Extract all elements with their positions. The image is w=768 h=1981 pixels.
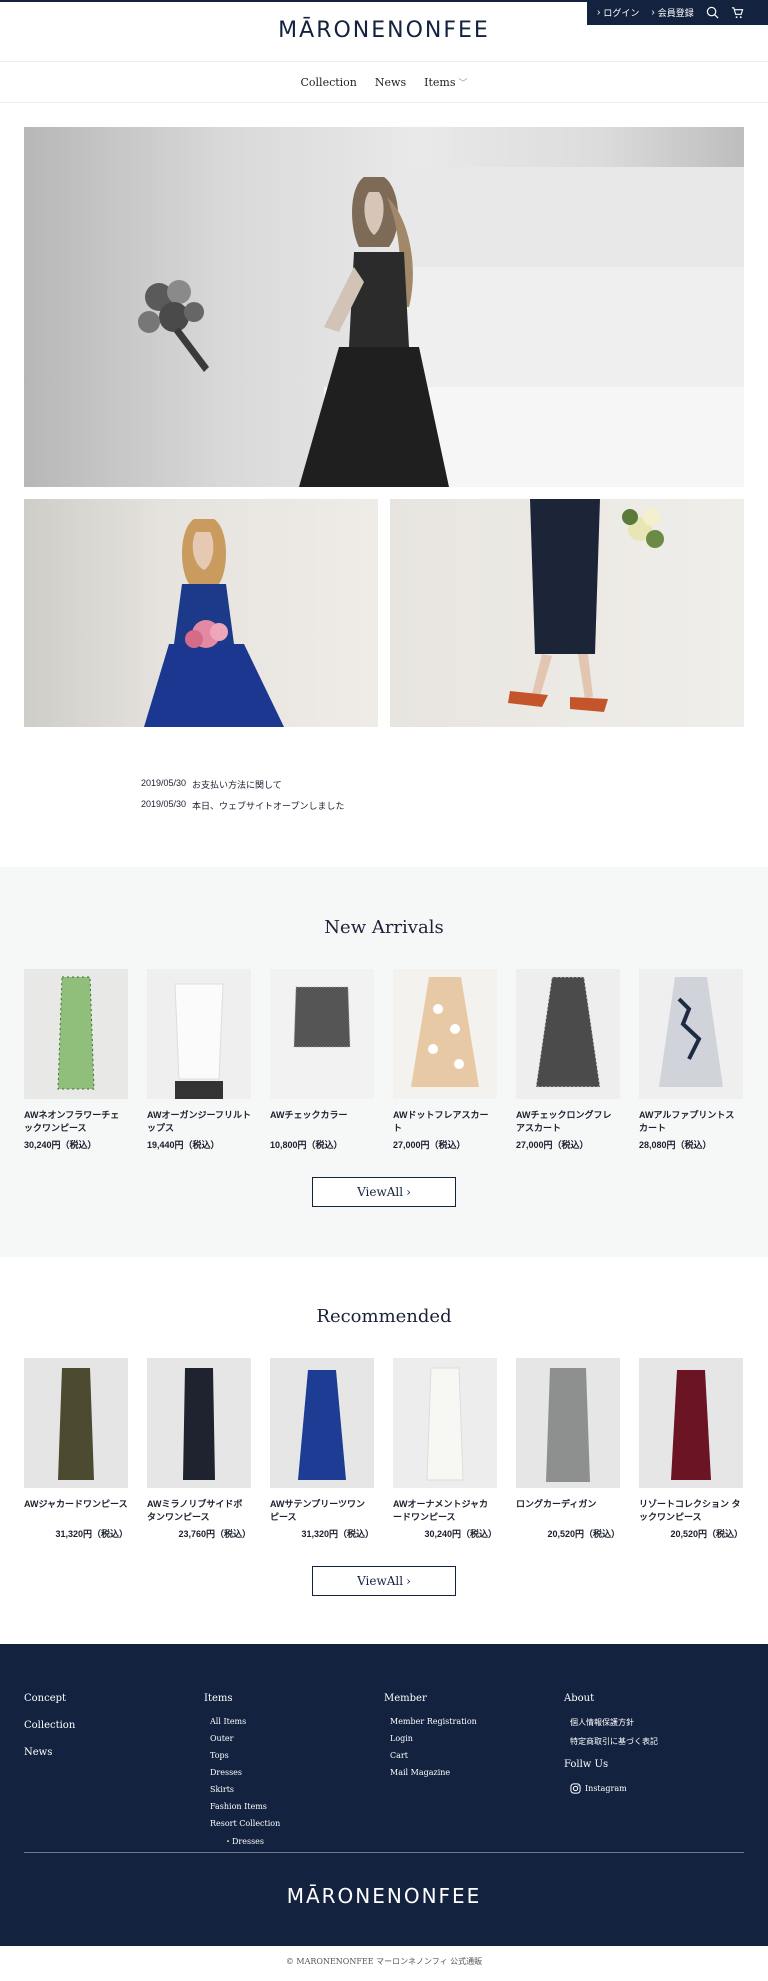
site-footer: Concept Collection News Items All Items … bbox=[0, 1644, 768, 1946]
footer-link-concept[interactable]: Concept bbox=[24, 1693, 75, 1704]
footer-link[interactable]: 特定商取引に基づく表記 bbox=[564, 1736, 658, 1747]
news-item[interactable]: 2019/05/30 本日、ウェブサイトオープンしました bbox=[141, 799, 345, 812]
product-image bbox=[147, 1358, 251, 1488]
product-card[interactable]: ロングカーディガン 20,520円（税込） bbox=[516, 1358, 620, 1540]
footer-items-head[interactable]: Items bbox=[204, 1693, 280, 1704]
footer-follow-head: Follw Us bbox=[564, 1759, 609, 1770]
main-nav: Collection News Items ﹀ bbox=[0, 62, 768, 103]
login-link[interactable]: › ログイン bbox=[597, 6, 639, 19]
footer-col-member: Member Member Registration Login Cart Ma… bbox=[384, 1693, 477, 1785]
search-icon[interactable] bbox=[706, 6, 719, 19]
footer-sublink[interactable]: ・Dresses bbox=[204, 1836, 280, 1847]
new-arrivals-grid: AWネオンフラワーチェックワンピース 30,240円（税込） AWオーガンジーフ… bbox=[24, 969, 744, 1151]
cart-icon[interactable] bbox=[731, 6, 744, 19]
footer-member-head[interactable]: Member bbox=[384, 1693, 477, 1704]
news-item[interactable]: 2019/05/30 お支払い方法に関して bbox=[141, 778, 345, 791]
product-card[interactable]: AWドットフレアスカート 27,000円（税込） bbox=[393, 969, 497, 1151]
product-card[interactable]: AWジャカードワンピース 31,320円（税込） bbox=[24, 1358, 128, 1540]
footer-link-news[interactable]: News bbox=[24, 1747, 75, 1758]
product-card[interactable]: AWネオンフラワーチェックワンピース 30,240円（税込） bbox=[24, 969, 128, 1151]
product-image bbox=[393, 969, 497, 1099]
account-bar: › ログイン › 会員登録 bbox=[587, 0, 768, 25]
new-arrivals-view-all-button[interactable]: ViewAll › bbox=[312, 1177, 456, 1207]
news-list: 2019/05/30 お支払い方法に関して 2019/05/30 本日、ウェブサイト… bbox=[141, 778, 345, 820]
model-blue-dress-photo bbox=[144, 519, 284, 727]
footer-divider bbox=[24, 1852, 744, 1853]
register-link[interactable]: › 会員登録 bbox=[651, 6, 693, 19]
product-card[interactable]: AWオーナメントジャカードワンピース 30,240円（税込） bbox=[393, 1358, 497, 1540]
nav-items[interactable]: Items ﹀ bbox=[424, 76, 467, 89]
copyright: © MARONENONFEE マーロンネノンフィ 公式通販 bbox=[285, 1957, 483, 1966]
product-image bbox=[270, 969, 374, 1099]
product-card[interactable]: リゾートコレクション タックワンピース 20,520円（税込） bbox=[639, 1358, 743, 1540]
product-card[interactable]: AWミラノリブサイドボタンワンピース 23,760円（税込） bbox=[147, 1358, 251, 1540]
product-image bbox=[147, 969, 251, 1099]
footer-link[interactable]: All Items bbox=[204, 1717, 280, 1726]
chevron-right-icon: › bbox=[406, 1574, 411, 1588]
product-card[interactable]: AWチェックロングフレアスカート 27,000円（税込） bbox=[516, 969, 620, 1151]
new-arrivals-title: New Arrivals bbox=[324, 917, 444, 938]
footer-link[interactable]: 個人情報保護方針 bbox=[564, 1717, 658, 1728]
footer-col-main: Concept Collection News bbox=[24, 1693, 75, 1774]
chevron-right-icon: › bbox=[651, 7, 655, 18]
nav-news[interactable]: News bbox=[375, 76, 406, 89]
product-card[interactable]: AWアルファプリントスカート 28,080円（税込） bbox=[639, 969, 743, 1151]
footer-col-items: Items All Items Outer Tops Dresses Skirt… bbox=[204, 1693, 280, 1847]
hero-image-left[interactable] bbox=[24, 499, 378, 727]
footer-link[interactable]: Member Registration bbox=[384, 1717, 477, 1726]
instagram-icon bbox=[570, 1783, 581, 1794]
product-image bbox=[639, 1358, 743, 1488]
footer-link[interactable]: Login bbox=[384, 1734, 477, 1743]
bouquet-image bbox=[138, 280, 209, 372]
footer-link[interactable]: Resort Collection bbox=[204, 1819, 280, 1828]
footer-col-about: About 個人情報保護方針 特定商取引に基づく表記 Follw Us Inst… bbox=[564, 1693, 658, 1802]
product-image bbox=[639, 969, 743, 1099]
footer-link[interactable]: Cart bbox=[384, 1751, 477, 1760]
product-image bbox=[516, 969, 620, 1099]
instagram-link[interactable]: Instagram bbox=[564, 1783, 658, 1794]
footer-link[interactable]: Outer bbox=[204, 1734, 280, 1743]
footer-link[interactable]: Fashion Items bbox=[204, 1802, 280, 1811]
chevron-right-icon: › bbox=[597, 7, 601, 18]
footer-link[interactable]: Skirts bbox=[204, 1785, 280, 1794]
recommended-view-all-button[interactable]: ViewAll › bbox=[312, 1566, 456, 1596]
product-card[interactable]: AWチェックカラー 10,800円（税込） bbox=[270, 969, 374, 1151]
model-photo bbox=[299, 177, 449, 487]
product-image bbox=[24, 1358, 128, 1488]
product-image bbox=[270, 1358, 374, 1488]
nav-collection[interactable]: Collection bbox=[301, 76, 357, 89]
recommended-title: Recommended bbox=[316, 1306, 452, 1327]
model-skirt-shoes-photo bbox=[508, 499, 664, 712]
footer-about-head[interactable]: About bbox=[564, 1693, 658, 1704]
chevron-right-icon: › bbox=[406, 1185, 411, 1199]
hero-image-right[interactable] bbox=[390, 499, 744, 727]
footer-link[interactable]: Mail Magazine bbox=[384, 1768, 477, 1777]
chevron-down-icon: ﹀ bbox=[458, 78, 468, 89]
product-card[interactable]: AWオーガンジーフリルトップス 19,440円（税込） bbox=[147, 969, 251, 1151]
product-card[interactable]: AWサテンプリーツワンピース 31,320円（税込） bbox=[270, 1358, 374, 1540]
product-image bbox=[24, 969, 128, 1099]
footer-link-collection[interactable]: Collection bbox=[24, 1720, 75, 1731]
site-header: MĀRONENONFEE › ログイン › 会員登録 bbox=[0, 0, 768, 62]
hero-image-main[interactable] bbox=[24, 127, 744, 487]
product-image bbox=[393, 1358, 497, 1488]
product-image bbox=[516, 1358, 620, 1488]
footer-link[interactable]: Dresses bbox=[204, 1768, 280, 1777]
footer-link[interactable]: Tops bbox=[204, 1751, 280, 1760]
footer-logo[interactable]: MĀRONENONFEE bbox=[0, 1884, 768, 1908]
recommended-grid: AWジャカードワンピース 31,320円（税込） AWミラノリブサイドボタンワン… bbox=[24, 1358, 744, 1540]
